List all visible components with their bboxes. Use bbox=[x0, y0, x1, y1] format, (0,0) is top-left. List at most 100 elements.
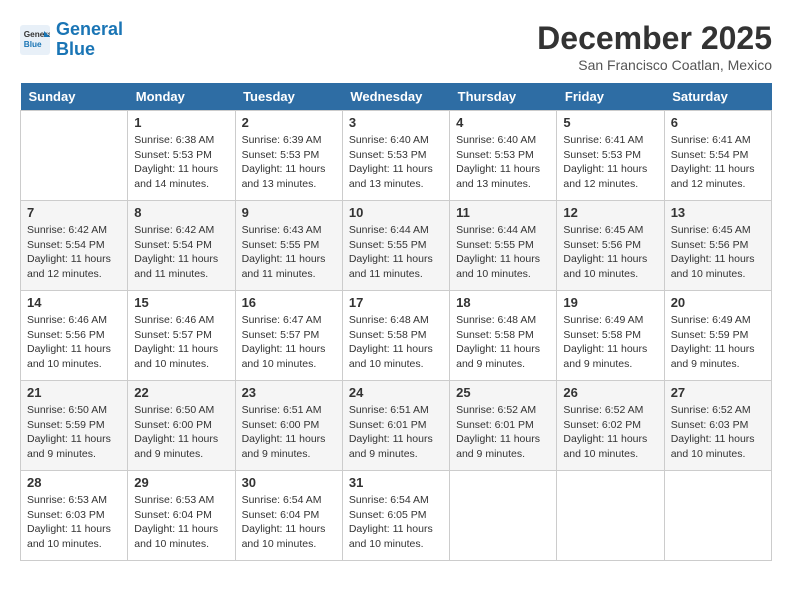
date-number: 15 bbox=[134, 295, 228, 310]
day-header-tuesday: Tuesday bbox=[235, 83, 342, 111]
calendar-cell: 6 Sunrise: 6:41 AMSunset: 5:54 PMDaylight… bbox=[664, 111, 771, 201]
cell-info: Sunrise: 6:52 AMSunset: 6:01 PMDaylight:… bbox=[456, 403, 550, 462]
calendar-cell: 29Sunrise: 6:53 AMSunset: 6:04 PMDayligh… bbox=[128, 471, 235, 561]
cell-info: Sunrise: 6:40 AMSunset: 5:53 PMDaylight:… bbox=[456, 133, 550, 192]
date-number: 5 bbox=[563, 115, 657, 130]
calendar-cell: 18 Sunrise: 6:48 AMSunset: 5:58 PMDayligh… bbox=[450, 291, 557, 381]
calendar-cell bbox=[21, 111, 128, 201]
calendar-cell bbox=[450, 471, 557, 561]
calendar-cell: 12 Sunrise: 6:45 AMSunset: 5:56 PMDayligh… bbox=[557, 201, 664, 291]
cell-info: Sunrise: 6:47 AMSunset: 5:57 PMDaylight:… bbox=[242, 313, 336, 372]
calendar-cell: 16Sunrise: 6:47 AMSunset: 5:57 PMDayligh… bbox=[235, 291, 342, 381]
calendar-cell: 1Sunrise: 6:38 AMSunset: 5:53 PMDaylight… bbox=[128, 111, 235, 201]
date-number: 31 bbox=[349, 475, 443, 490]
calendar-cell: 27 Sunrise: 6:52 AMSunset: 6:03 PMDayligh… bbox=[664, 381, 771, 471]
date-number: 27 bbox=[671, 385, 765, 400]
cell-info: Sunrise: 6:49 AMSunset: 5:59 PMDaylight:… bbox=[671, 313, 765, 372]
date-number: 1 bbox=[134, 115, 228, 130]
date-number: 19 bbox=[563, 295, 657, 310]
calendar-cell: 26 Sunrise: 6:52 AMSunset: 6:02 PMDayligh… bbox=[557, 381, 664, 471]
cell-info: Sunrise: 6:52 AMSunset: 6:02 PMDaylight:… bbox=[563, 403, 657, 462]
cell-info: Sunrise: 6:50 AMSunset: 5:59 PMDaylight:… bbox=[27, 403, 121, 462]
day-header-friday: Friday bbox=[557, 83, 664, 111]
cell-info: Sunrise: 6:53 AMSunset: 6:04 PMDaylight:… bbox=[134, 493, 228, 552]
date-number: 26 bbox=[563, 385, 657, 400]
calendar-cell: 7Sunrise: 6:42 AMSunset: 5:54 PMDaylight… bbox=[21, 201, 128, 291]
svg-text:Blue: Blue bbox=[24, 40, 42, 49]
day-header-wednesday: Wednesday bbox=[342, 83, 449, 111]
date-number: 22 bbox=[134, 385, 228, 400]
calendar-cell: 20 Sunrise: 6:49 AMSunset: 5:59 PMDayligh… bbox=[664, 291, 771, 381]
cell-info: Sunrise: 6:45 AMSunset: 5:56 PMDaylight:… bbox=[563, 223, 657, 282]
cell-info: Sunrise: 6:41 AMSunset: 5:53 PMDaylight:… bbox=[563, 133, 657, 192]
calendar-cell: 22 Sunrise: 6:50 AMSunset: 6:00 PMDayligh… bbox=[128, 381, 235, 471]
date-number: 13 bbox=[671, 205, 765, 220]
calendar-cell: 14 Sunrise: 6:46 AMSunset: 5:56 PMDayligh… bbox=[21, 291, 128, 381]
location: San Francisco Coatlan, Mexico bbox=[537, 57, 772, 73]
date-number: 9 bbox=[242, 205, 336, 220]
date-number: 6 bbox=[671, 115, 765, 130]
calendar-cell: 9Sunrise: 6:43 AMSunset: 5:55 PMDaylight… bbox=[235, 201, 342, 291]
day-header-thursday: Thursday bbox=[450, 83, 557, 111]
week-row-3: 14 Sunrise: 6:46 AMSunset: 5:56 PMDayligh… bbox=[21, 291, 772, 381]
calendar-cell: 28 Sunrise: 6:53 AMSunset: 6:03 PMDayligh… bbox=[21, 471, 128, 561]
calendar-cell: 31Sunrise: 6:54 AMSunset: 6:05 PMDayligh… bbox=[342, 471, 449, 561]
date-number: 8 bbox=[134, 205, 228, 220]
calendar-cell: 30 Sunrise: 6:54 AMSunset: 6:04 PMDayligh… bbox=[235, 471, 342, 561]
day-header-sunday: Sunday bbox=[21, 83, 128, 111]
date-number: 20 bbox=[671, 295, 765, 310]
calendar-cell bbox=[557, 471, 664, 561]
cell-info: Sunrise: 6:46 AMSunset: 5:57 PMDaylight:… bbox=[134, 313, 228, 372]
cell-info: Sunrise: 6:46 AMSunset: 5:56 PMDaylight:… bbox=[27, 313, 121, 372]
logo-icon: General Blue bbox=[20, 25, 50, 55]
cell-info: Sunrise: 6:40 AMSunset: 5:53 PMDaylight:… bbox=[349, 133, 443, 192]
cell-info: Sunrise: 6:48 AMSunset: 5:58 PMDaylight:… bbox=[456, 313, 550, 372]
date-number: 10 bbox=[349, 205, 443, 220]
calendar-cell bbox=[664, 471, 771, 561]
calendar-cell: 3 Sunrise: 6:40 AMSunset: 5:53 PMDaylight… bbox=[342, 111, 449, 201]
week-row-4: 21Sunrise: 6:50 AMSunset: 5:59 PMDayligh… bbox=[21, 381, 772, 471]
cell-info: Sunrise: 6:45 AMSunset: 5:56 PMDaylight:… bbox=[671, 223, 765, 282]
calendar-cell: 13 Sunrise: 6:45 AMSunset: 5:56 PMDayligh… bbox=[664, 201, 771, 291]
cell-info: Sunrise: 6:51 AMSunset: 6:00 PMDaylight:… bbox=[242, 403, 336, 462]
cell-info: Sunrise: 6:44 AMSunset: 5:55 PMDaylight:… bbox=[349, 223, 443, 282]
date-number: 7 bbox=[27, 205, 121, 220]
date-number: 3 bbox=[349, 115, 443, 130]
calendar-cell: 11Sunrise: 6:44 AMSunset: 5:55 PMDayligh… bbox=[450, 201, 557, 291]
cell-info: Sunrise: 6:52 AMSunset: 6:03 PMDaylight:… bbox=[671, 403, 765, 462]
cell-info: Sunrise: 6:50 AMSunset: 6:00 PMDaylight:… bbox=[134, 403, 228, 462]
date-number: 14 bbox=[27, 295, 121, 310]
date-number: 17 bbox=[349, 295, 443, 310]
logo: General Blue GeneralBlue bbox=[20, 20, 123, 60]
calendar-table: SundayMondayTuesdayWednesdayThursdayFrid… bbox=[20, 83, 772, 561]
calendar-cell: 5 Sunrise: 6:41 AMSunset: 5:53 PMDaylight… bbox=[557, 111, 664, 201]
calendar-cell: 15 Sunrise: 6:46 AMSunset: 5:57 PMDayligh… bbox=[128, 291, 235, 381]
cell-info: Sunrise: 6:39 AMSunset: 5:53 PMDaylight:… bbox=[242, 133, 336, 192]
cell-info: Sunrise: 6:53 AMSunset: 6:03 PMDaylight:… bbox=[27, 493, 121, 552]
date-number: 12 bbox=[563, 205, 657, 220]
logo-text: GeneralBlue bbox=[56, 20, 123, 60]
day-header-monday: Monday bbox=[128, 83, 235, 111]
calendar-cell: 19 Sunrise: 6:49 AMSunset: 5:58 PMDayligh… bbox=[557, 291, 664, 381]
calendar-cell: 24Sunrise: 6:51 AMSunset: 6:01 PMDayligh… bbox=[342, 381, 449, 471]
calendar-cell: 8Sunrise: 6:42 AMSunset: 5:54 PMDaylight… bbox=[128, 201, 235, 291]
cell-info: Sunrise: 6:41 AMSunset: 5:54 PMDaylight:… bbox=[671, 133, 765, 192]
cell-info: Sunrise: 6:49 AMSunset: 5:58 PMDaylight:… bbox=[563, 313, 657, 372]
month-title: December 2025 bbox=[537, 20, 772, 57]
cell-info: Sunrise: 6:48 AMSunset: 5:58 PMDaylight:… bbox=[349, 313, 443, 372]
date-number: 28 bbox=[27, 475, 121, 490]
cell-info: Sunrise: 6:54 AMSunset: 6:04 PMDaylight:… bbox=[242, 493, 336, 552]
calendar-cell: 23Sunrise: 6:51 AMSunset: 6:00 PMDayligh… bbox=[235, 381, 342, 471]
date-number: 4 bbox=[456, 115, 550, 130]
week-row-5: 28 Sunrise: 6:53 AMSunset: 6:03 PMDayligh… bbox=[21, 471, 772, 561]
date-number: 30 bbox=[242, 475, 336, 490]
week-row-1: 1Sunrise: 6:38 AMSunset: 5:53 PMDaylight… bbox=[21, 111, 772, 201]
calendar-cell: 2Sunrise: 6:39 AMSunset: 5:53 PMDaylight… bbox=[235, 111, 342, 201]
date-number: 24 bbox=[349, 385, 443, 400]
calendar-cell: 10 Sunrise: 6:44 AMSunset: 5:55 PMDayligh… bbox=[342, 201, 449, 291]
header-row: SundayMondayTuesdayWednesdayThursdayFrid… bbox=[21, 83, 772, 111]
date-number: 18 bbox=[456, 295, 550, 310]
date-number: 25 bbox=[456, 385, 550, 400]
page-header: General Blue GeneralBlue December 2025 S… bbox=[20, 20, 772, 73]
title-area: December 2025 San Francisco Coatlan, Mex… bbox=[537, 20, 772, 73]
